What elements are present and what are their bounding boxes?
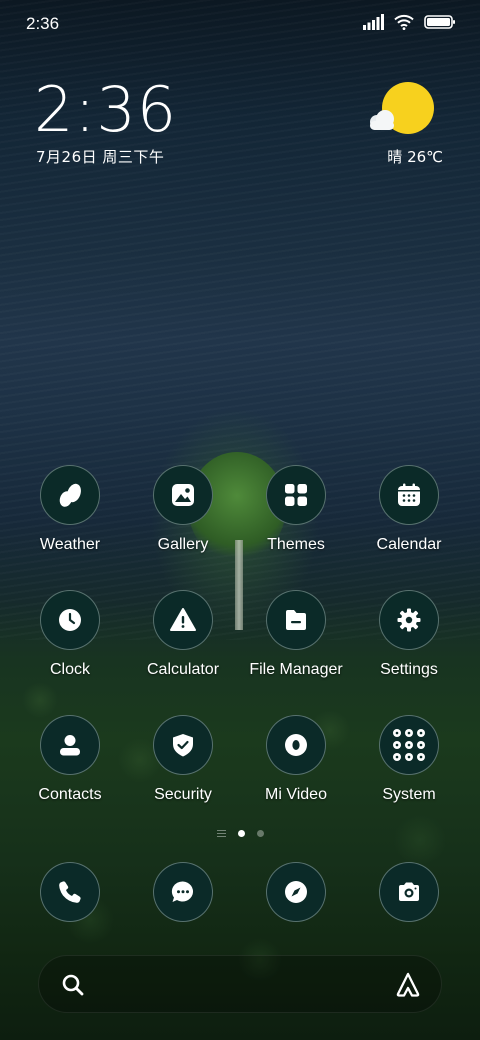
app-contacts[interactable]: Contacts [15, 715, 125, 804]
clock-widget-date[interactable]: 7月26日 周三下午 [36, 146, 164, 167]
page-dot-current[interactable] [237, 830, 245, 837]
app-label: File Manager [249, 661, 343, 678]
app-label: Calendar [376, 536, 442, 553]
calendar-icon[interactable] [379, 465, 439, 525]
app-label: Gallery [157, 536, 209, 553]
app-settings[interactable]: Settings [354, 590, 464, 679]
page-dot[interactable] [256, 830, 264, 837]
status-time: 2:36 [26, 14, 60, 33]
app-clock[interactable]: Clock [15, 590, 125, 679]
app-security[interactable]: Security [128, 715, 238, 804]
dock-messages[interactable] [128, 862, 238, 922]
assistant-icon[interactable] [393, 970, 423, 1004]
app-system-folder[interactable]: System [354, 715, 464, 804]
app-mi-video[interactable]: Mi Video [241, 715, 351, 804]
contacts-icon[interactable] [40, 715, 100, 775]
weather-icon[interactable] [40, 465, 100, 525]
app-weather[interactable]: Weather [15, 465, 125, 554]
app-gallery[interactable]: Gallery [128, 465, 238, 554]
page-indicator[interactable] [0, 830, 480, 837]
security-icon[interactable] [153, 715, 213, 775]
app-calendar[interactable]: Calendar [354, 465, 464, 554]
signal-icon [362, 14, 384, 34]
clock-icon[interactable] [40, 590, 100, 650]
mi-video-icon[interactable] [266, 715, 326, 775]
app-label: Mi Video [265, 786, 327, 803]
app-label: Contacts [38, 786, 102, 803]
feed-page-icon[interactable] [216, 830, 226, 837]
dock-camera[interactable] [354, 862, 464, 922]
status-bar: 2:36 [0, 0, 480, 50]
search-bar[interactable] [38, 955, 442, 1013]
app-label: Clock [49, 661, 90, 678]
app-themes[interactable]: Themes [241, 465, 351, 554]
search-icon[interactable] [59, 971, 87, 1003]
app-label: Security [154, 786, 212, 803]
dock-browser[interactable] [241, 862, 351, 922]
app-label: System [382, 786, 436, 803]
clock-widget-time[interactable]: 2:36 [34, 74, 177, 146]
settings-icon[interactable] [379, 590, 439, 650]
messages-icon[interactable] [153, 862, 213, 922]
dock-phone[interactable] [15, 862, 125, 922]
status-icons [362, 14, 456, 34]
battery-icon [424, 14, 456, 34]
camera-icon[interactable] [379, 862, 439, 922]
themes-icon[interactable] [266, 465, 326, 525]
app-file-manager[interactable]: File Manager [241, 590, 351, 679]
browser-icon[interactable] [266, 862, 326, 922]
system-folder-icon[interactable] [379, 715, 439, 775]
gallery-icon[interactable] [153, 465, 213, 525]
file-manager-icon[interactable] [266, 590, 326, 650]
app-label: Weather [39, 536, 101, 553]
wifi-icon [394, 14, 414, 34]
app-label: Calculator [146, 661, 220, 678]
phone-icon[interactable] [40, 862, 100, 922]
app-label: Settings [380, 661, 438, 678]
app-calculator[interactable]: Calculator [128, 590, 238, 679]
weather-text[interactable]: 晴 26℃ [387, 146, 443, 167]
app-label: Themes [267, 536, 325, 553]
calculator-icon[interactable] [153, 590, 213, 650]
